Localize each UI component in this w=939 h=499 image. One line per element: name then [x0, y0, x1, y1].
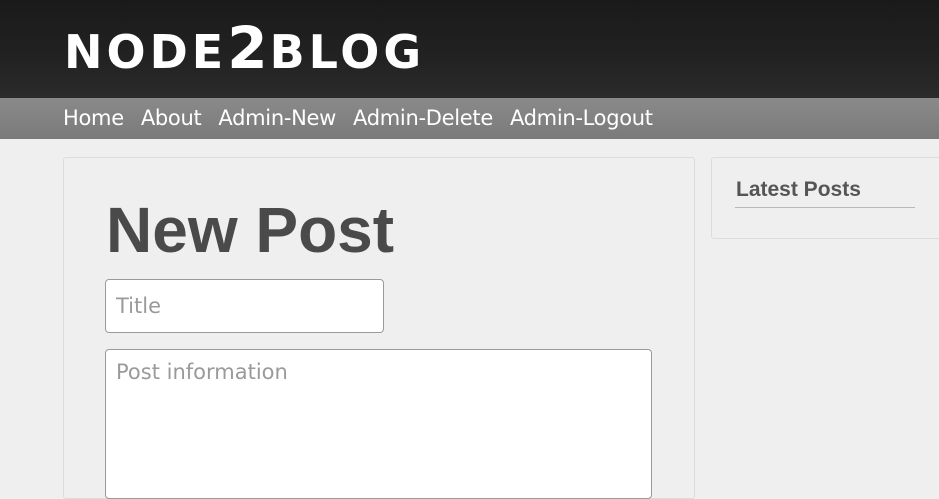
site-header: NODE2BLOG — [0, 0, 939, 98]
new-post-panel: New Post — [63, 157, 695, 499]
main-nav: Home About Admin-New Admin-Delete Admin-… — [0, 98, 939, 139]
title-input[interactable] — [105, 279, 384, 333]
nav-item-admin-new[interactable]: Admin-New — [218, 98, 336, 139]
nav-list: Home About Admin-New Admin-Delete Admin-… — [63, 98, 670, 139]
site-logo[interactable]: NODE2BLOG — [64, 18, 425, 82]
post-body-textarea[interactable] — [105, 349, 652, 499]
sidebar-heading: Latest Posts — [736, 178, 861, 201]
sidebar-latest-posts: Latest Posts — [711, 157, 939, 239]
nav-item-admin-delete[interactable]: Admin-Delete — [353, 98, 493, 139]
logo-prefix: NODE — [64, 25, 228, 79]
nav-item-admin-logout[interactable]: Admin-Logout — [510, 98, 653, 139]
logo-suffix: BLOG — [269, 25, 426, 79]
page-title: New Post — [106, 194, 395, 266]
sidebar-divider — [735, 207, 915, 208]
nav-item-home[interactable]: Home — [63, 98, 124, 139]
nav-item-about[interactable]: About — [141, 98, 202, 139]
logo-number: 2 — [227, 14, 270, 82]
